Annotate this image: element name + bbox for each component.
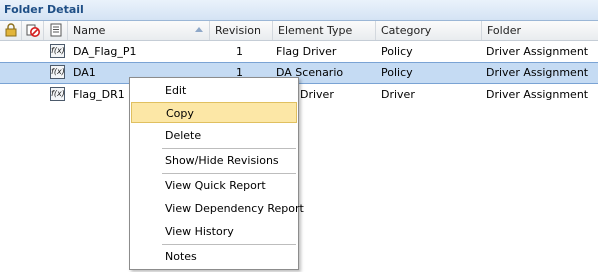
formula-icon: f(x) xyxy=(50,65,65,79)
row-category: Policy xyxy=(381,66,413,79)
menu-item-notes[interactable]: Notes xyxy=(131,246,297,267)
menu-item-edit[interactable]: Edit xyxy=(131,80,297,101)
row-element-type: Flag Driver xyxy=(276,45,337,58)
menu-item-view-quick-report[interactable]: View Quick Report xyxy=(131,175,297,196)
menu-item-label: View Quick Report xyxy=(165,179,266,192)
menu-item-label: Delete xyxy=(165,129,202,142)
row-folder: Driver Assignment xyxy=(486,66,589,79)
table-row[interactable]: f(x) Flag_DR1 Driver Driver Driver Assig… xyxy=(0,84,598,106)
row-category: Driver xyxy=(381,88,415,101)
col-folder[interactable]: Folder xyxy=(482,21,598,40)
formula-icon: f(x) xyxy=(50,87,65,101)
row-category: Policy xyxy=(381,45,413,58)
col-name-label: Name xyxy=(73,24,106,37)
col-folder-label: Folder xyxy=(487,24,521,37)
row-name: DA_Flag_P1 xyxy=(73,45,137,58)
grid-header: Name Revision Element Type Category Fold… xyxy=(0,21,598,41)
col-revision-label: Revision xyxy=(215,24,261,37)
menu-item-label: Copy xyxy=(166,107,194,120)
menu-item-show-hide-revisions[interactable]: Show/Hide Revisions xyxy=(131,150,297,171)
col-lock[interactable] xyxy=(0,21,22,40)
menu-item-view-history[interactable]: View History xyxy=(131,221,297,242)
lock-icon xyxy=(5,23,17,37)
row-revision: 1 xyxy=(236,45,243,58)
formula-icon: f(x) xyxy=(50,44,65,58)
sort-ascending-icon xyxy=(195,27,203,32)
menu-separator xyxy=(162,244,296,245)
panel-header: Folder Detail xyxy=(0,0,598,21)
col-category[interactable]: Category xyxy=(376,21,482,40)
col-revision[interactable]: Revision xyxy=(210,21,273,40)
menu-item-label: View History xyxy=(165,225,234,238)
row-folder: Driver Assignment xyxy=(486,45,589,58)
folder-detail-panel: Folder Detail Name Revision Element Type… xyxy=(0,0,598,272)
row-element-type: Driver xyxy=(300,88,334,101)
row-name: Flag_DR1 xyxy=(73,88,125,101)
menu-item-label: Show/Hide Revisions xyxy=(165,154,279,167)
col-doc[interactable] xyxy=(44,21,68,40)
panel-title: Folder Detail xyxy=(4,3,84,16)
col-element-type-label: Element Type xyxy=(278,24,353,37)
row-folder: Driver Assignment xyxy=(486,88,589,101)
no-entry-icon xyxy=(26,24,40,37)
menu-item-delete[interactable]: Delete xyxy=(131,125,297,146)
col-element-type[interactable]: Element Type xyxy=(273,21,376,40)
table-row-selected[interactable]: f(x) DA1 1 DA Scenario Policy Driver Ass… xyxy=(0,62,598,84)
context-menu: Edit Copy Delete Show/Hide Revisions Vie… xyxy=(129,77,304,270)
document-icon xyxy=(50,23,62,37)
menu-item-label: Edit xyxy=(165,84,187,97)
menu-separator xyxy=(162,148,296,149)
col-category-label: Category xyxy=(381,24,432,37)
menu-item-label: View Dependency Report xyxy=(165,202,304,215)
col-name[interactable]: Name xyxy=(68,21,210,40)
row-name: DA1 xyxy=(73,66,96,79)
menu-item-view-dependency-report[interactable]: View Dependency Report xyxy=(131,198,304,219)
table-row[interactable]: f(x) DA_Flag_P1 1 Flag Driver Policy Dri… xyxy=(0,41,598,63)
menu-separator xyxy=(162,173,296,174)
menu-item-copy[interactable]: Copy xyxy=(131,102,297,123)
col-status[interactable] xyxy=(22,21,44,40)
menu-item-label: Notes xyxy=(165,250,197,263)
